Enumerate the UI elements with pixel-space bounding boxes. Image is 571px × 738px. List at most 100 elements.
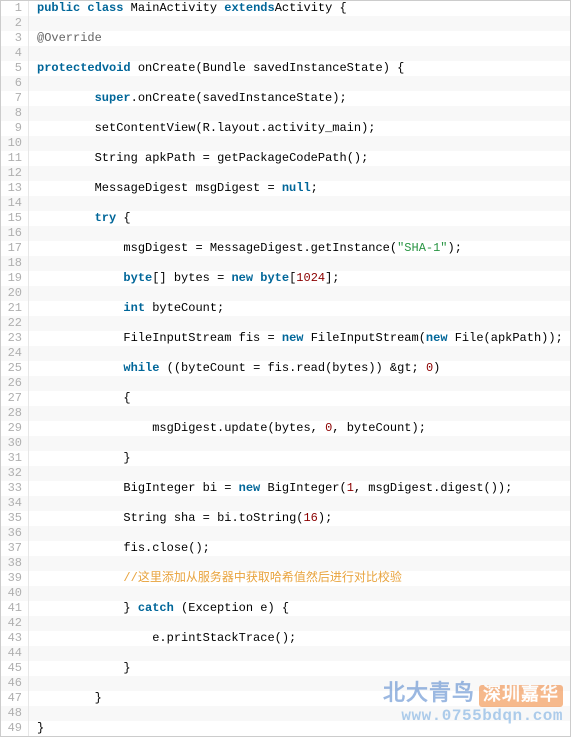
line-number: 25 bbox=[1, 361, 29, 376]
code-line: 14 bbox=[1, 196, 570, 211]
line-number: 31 bbox=[1, 451, 29, 466]
code-line: 8 bbox=[1, 106, 570, 121]
code-content bbox=[29, 136, 37, 151]
line-number: 11 bbox=[1, 151, 29, 166]
code-line: 4 bbox=[1, 46, 570, 61]
line-number: 47 bbox=[1, 691, 29, 706]
code-line: 47 } bbox=[1, 691, 570, 706]
code-line: 11 String apkPath = getPackageCodePath()… bbox=[1, 151, 570, 166]
code-content: msgDigest = MessageDigest.getInstance("S… bbox=[29, 241, 462, 256]
code-line: 34 bbox=[1, 496, 570, 511]
code-content bbox=[29, 556, 37, 571]
line-number: 42 bbox=[1, 616, 29, 631]
line-number: 10 bbox=[1, 136, 29, 151]
code-line: 22 bbox=[1, 316, 570, 331]
code-line: 24 bbox=[1, 346, 570, 361]
code-line: 45 } bbox=[1, 661, 570, 676]
code-content bbox=[29, 76, 37, 91]
code-content: } bbox=[29, 691, 102, 706]
code-line: 17 msgDigest = MessageDigest.getInstance… bbox=[1, 241, 570, 256]
code-line: 39 //这里添加从服务器中获取哈希值然后进行对比校验 bbox=[1, 571, 570, 586]
line-number: 27 bbox=[1, 391, 29, 406]
line-number: 20 bbox=[1, 286, 29, 301]
line-number: 15 bbox=[1, 211, 29, 226]
code-content: e.printStackTrace(); bbox=[29, 631, 296, 646]
line-number: 37 bbox=[1, 541, 29, 556]
code-line: 27 { bbox=[1, 391, 570, 406]
line-number: 40 bbox=[1, 586, 29, 601]
line-number: 46 bbox=[1, 676, 29, 691]
code-content bbox=[29, 646, 37, 661]
code-line: 37 fis.close(); bbox=[1, 541, 570, 556]
code-line: 32 bbox=[1, 466, 570, 481]
code-content: byte[] bytes = new byte[1024]; bbox=[29, 271, 340, 286]
line-number: 13 bbox=[1, 181, 29, 196]
code-content: { bbox=[29, 391, 131, 406]
code-line: 13 MessageDigest msgDigest = null; bbox=[1, 181, 570, 196]
line-number: 39 bbox=[1, 571, 29, 586]
line-number: 26 bbox=[1, 376, 29, 391]
code-content: fis.close(); bbox=[29, 541, 210, 556]
code-line: 43 e.printStackTrace(); bbox=[1, 631, 570, 646]
code-line: 42 bbox=[1, 616, 570, 631]
code-content: } catch (Exception e) { bbox=[29, 601, 289, 616]
line-number: 4 bbox=[1, 46, 29, 61]
code-line: 29 msgDigest.update(bytes, 0, byteCount)… bbox=[1, 421, 570, 436]
line-number: 23 bbox=[1, 331, 29, 346]
line-number: 28 bbox=[1, 406, 29, 421]
code-line: 7 super.onCreate(savedInstanceState); bbox=[1, 91, 570, 106]
code-content: super.onCreate(savedInstanceState); bbox=[29, 91, 347, 106]
code-line: 38 bbox=[1, 556, 570, 571]
line-number: 3 bbox=[1, 31, 29, 46]
line-number: 29 bbox=[1, 421, 29, 436]
code-content bbox=[29, 496, 37, 511]
code-content bbox=[29, 316, 37, 331]
line-number: 34 bbox=[1, 496, 29, 511]
code-content bbox=[29, 706, 37, 721]
code-line: 6 bbox=[1, 76, 570, 91]
code-line: 23 FileInputStream fis = new FileInputSt… bbox=[1, 331, 570, 346]
code-content bbox=[29, 256, 37, 271]
line-number: 7 bbox=[1, 91, 29, 106]
line-number: 45 bbox=[1, 661, 29, 676]
line-number: 14 bbox=[1, 196, 29, 211]
code-content: FileInputStream fis = new FileInputStrea… bbox=[29, 331, 563, 346]
code-line: 48 bbox=[1, 706, 570, 721]
code-line: 46 bbox=[1, 676, 570, 691]
line-number: 24 bbox=[1, 346, 29, 361]
code-line: 49} bbox=[1, 721, 570, 736]
code-line: 28 bbox=[1, 406, 570, 421]
code-line: 25 while ((byteCount = fis.read(bytes)) … bbox=[1, 361, 570, 376]
line-number: 6 bbox=[1, 76, 29, 91]
line-number: 18 bbox=[1, 256, 29, 271]
code-line: 44 bbox=[1, 646, 570, 661]
line-number: 21 bbox=[1, 301, 29, 316]
code-content: try { bbox=[29, 211, 131, 226]
line-number: 33 bbox=[1, 481, 29, 496]
line-number: 48 bbox=[1, 706, 29, 721]
code-line: 35 String sha = bi.toString(16); bbox=[1, 511, 570, 526]
code-content bbox=[29, 226, 37, 241]
line-number: 19 bbox=[1, 271, 29, 286]
code-content bbox=[29, 616, 37, 631]
line-number: 16 bbox=[1, 226, 29, 241]
code-line: 9 setContentView(R.layout.activity_main)… bbox=[1, 121, 570, 136]
code-content bbox=[29, 106, 37, 121]
line-number: 1 bbox=[1, 1, 29, 16]
code-line: 30 bbox=[1, 436, 570, 451]
line-number: 38 bbox=[1, 556, 29, 571]
code-line: 36 bbox=[1, 526, 570, 541]
line-number: 30 bbox=[1, 436, 29, 451]
code-line: 41 } catch (Exception e) { bbox=[1, 601, 570, 616]
line-number: 35 bbox=[1, 511, 29, 526]
code-content bbox=[29, 676, 37, 691]
code-content bbox=[29, 16, 37, 31]
line-number: 43 bbox=[1, 631, 29, 646]
code-content: } bbox=[29, 721, 44, 736]
code-content bbox=[29, 46, 37, 61]
code-content: setContentView(R.layout.activity_main); bbox=[29, 121, 376, 136]
code-content bbox=[29, 286, 37, 301]
code-line: 26 bbox=[1, 376, 570, 391]
code-content bbox=[29, 436, 37, 451]
code-line: 15 try { bbox=[1, 211, 570, 226]
